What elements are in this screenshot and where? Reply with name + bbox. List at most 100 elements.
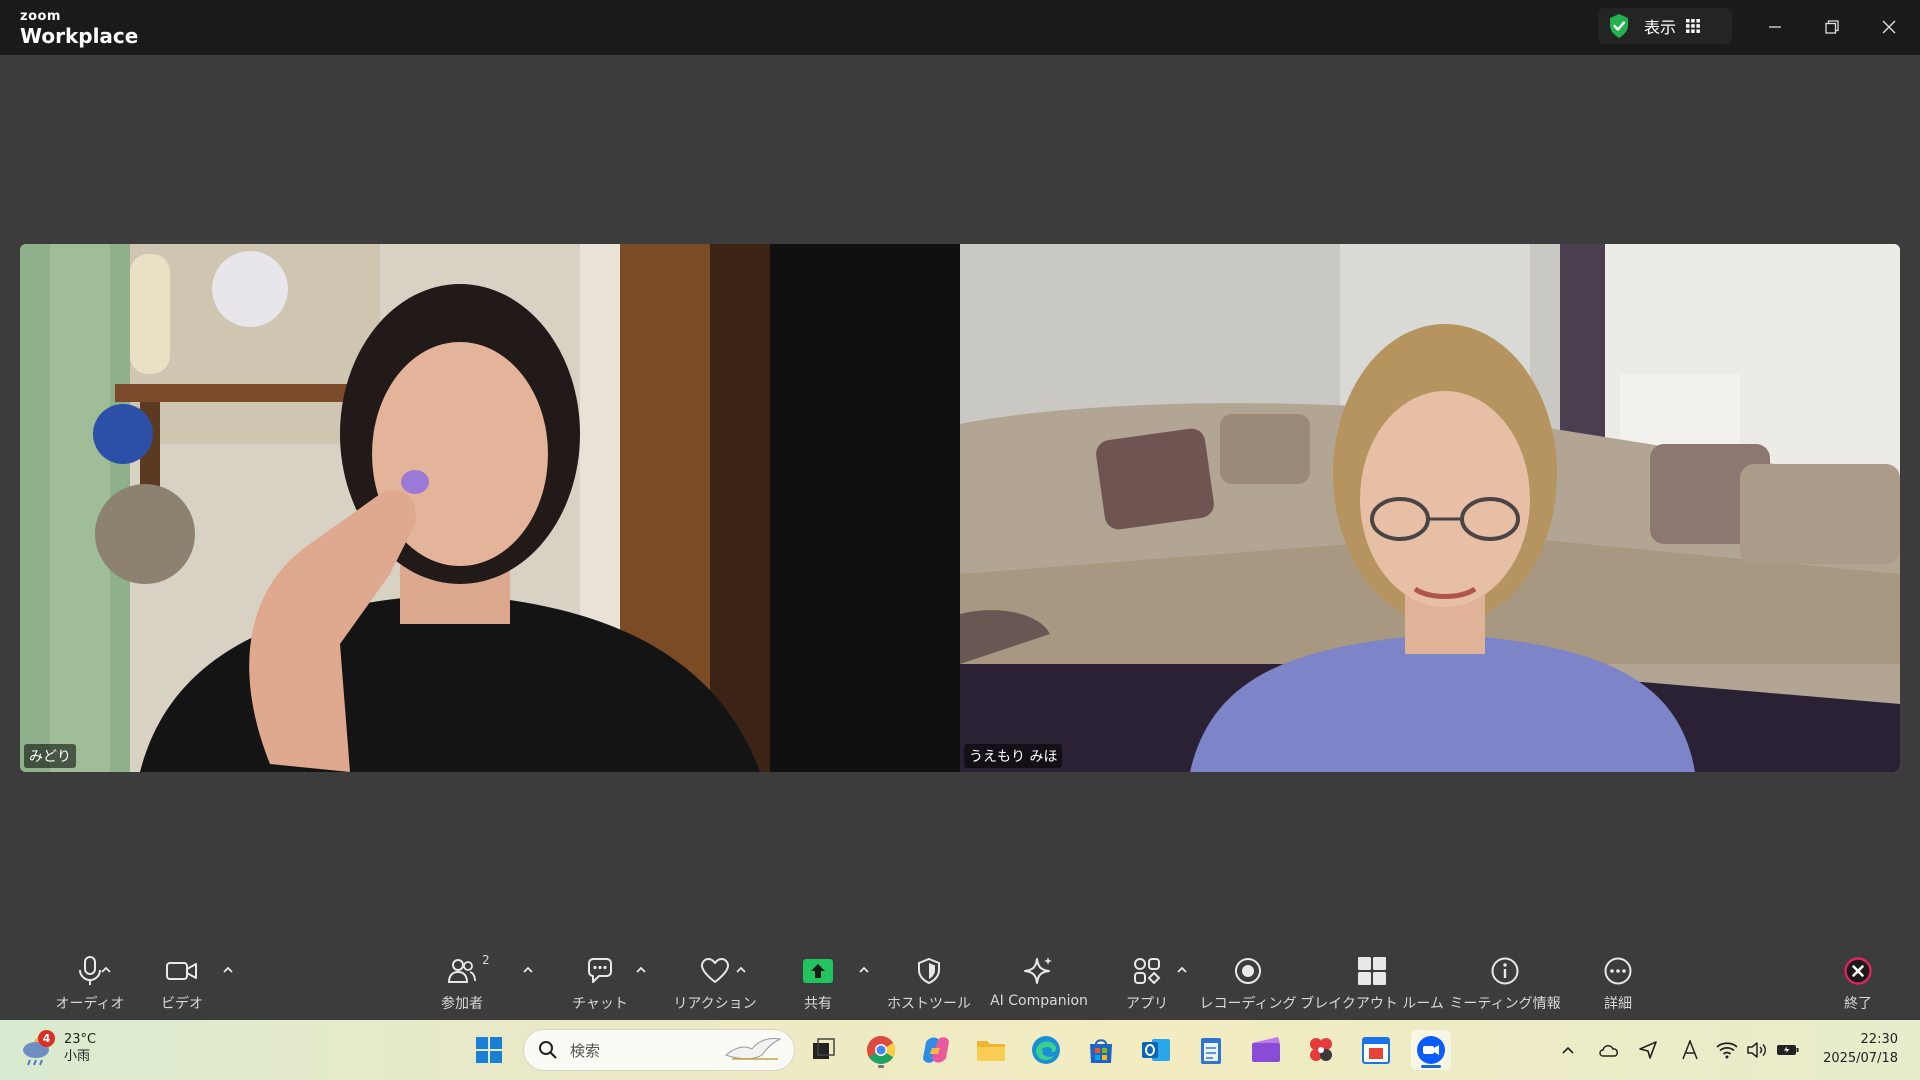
ai-companion-label: AI Companion [990,993,1088,1009]
active-app-indicator [1421,1065,1441,1068]
restore-button[interactable] [1817,12,1847,42]
reactions-options-caret[interactable] [734,963,748,977]
audio-button[interactable]: オーディオ [46,945,134,1017]
minimize-button[interactable] [1760,12,1790,42]
taskbar-copilot[interactable] [916,1030,956,1070]
more-button[interactable]: 詳細 [1574,945,1662,1017]
reactions-button[interactable]: リアクション [660,945,770,1017]
taskbar-zoom[interactable] [1411,1030,1451,1070]
ai-sparkle-icon [1024,957,1052,984]
taskbar-task-view[interactable] [803,1030,843,1070]
taskbar-edge[interactable] [1026,1030,1066,1070]
end-meeting-icon [1844,957,1872,985]
end-meeting-button[interactable]: 終了 [1816,945,1900,1017]
taskbar-app-red[interactable] [1301,1030,1341,1070]
recording-button[interactable]: レコーディング [1198,945,1298,1017]
recording-label: レコーディング [1199,996,1297,1012]
video-options-caret[interactable] [221,963,235,977]
tray-battery[interactable] [1776,1038,1800,1062]
share-button[interactable]: 共有 [774,945,862,1017]
outlook-icon [1142,1039,1170,1061]
caret-up-icon [101,966,111,973]
zoom-app-icon [1417,1036,1445,1064]
clock-date: 2025/07/18 [1823,1051,1898,1066]
tray-volume[interactable] [1745,1038,1769,1062]
cloud-icon [1599,1045,1618,1057]
ai-companion-button[interactable]: AI Companion [984,945,1094,1017]
reactions-label: リアクション [673,996,757,1012]
video-camera-icon [166,962,197,980]
apps-options-caret[interactable] [1175,963,1189,977]
video-button[interactable]: ビデオ [138,945,226,1017]
tray-wifi[interactable] [1715,1038,1739,1062]
info-icon [1491,957,1519,985]
tray-ime[interactable] [1678,1038,1702,1062]
host-tools-shield-icon [918,957,940,985]
taskbar-store[interactable] [1081,1030,1121,1070]
participants-label: 参加者 [441,996,483,1012]
system-clock[interactable]: 22:30 2025/07/18 [1823,1030,1898,1068]
running-indicator [878,1065,884,1068]
taskbar-chrome[interactable] [861,1030,901,1070]
store-icon [1090,1039,1112,1063]
clipchamp-icon [1252,1037,1280,1062]
end-meeting-label: 終了 [1844,996,1872,1012]
share-options-caret[interactable] [857,963,871,977]
start-button[interactable] [469,1030,509,1070]
participants-icon [447,959,476,983]
video-tile-participant-2[interactable]: うえもり みほ [960,244,1900,772]
caret-up-icon [223,966,233,973]
breakout-rooms-icon [1358,957,1386,985]
host-tools-button[interactable]: ホストツール [881,945,977,1017]
more-dots-icon [1604,957,1632,985]
flower-app-icon [1310,1038,1332,1061]
view-label: 表示 [1644,18,1677,37]
participants-options-caret[interactable] [521,963,535,977]
view-button[interactable]: 表示 [1598,8,1732,44]
security-shield-icon[interactable] [1608,13,1630,39]
weather-widget[interactable]: 4 23°C 小雨 [20,1028,96,1068]
apps-button[interactable]: アプリ [1103,945,1191,1017]
participant-name-tag: みどり [24,744,76,768]
taskbar-notepad[interactable] [1191,1030,1231,1070]
rain-cloud-icon: 4 [20,1028,56,1068]
search-highlight-bird-icon [725,1038,782,1060]
host-tools-label: ホストツール [887,996,971,1012]
taskbar-clipchamp[interactable] [1246,1030,1286,1070]
heart-icon [701,958,729,983]
audio-options-caret[interactable] [99,963,113,977]
caret-up-icon [523,966,533,973]
meeting-info-label: ミーティング情報 [1449,996,1561,1012]
folder-icon [977,1041,1005,1061]
participants-count: 2 [482,953,490,967]
chat-options-caret[interactable] [634,963,648,977]
location-arrow-icon [1639,1041,1657,1059]
participant-name-tag: うえもり みほ [964,744,1063,768]
taskbar-file-explorer[interactable] [971,1030,1011,1070]
tray-overflow-button[interactable] [1556,1038,1580,1062]
meeting-info-button[interactable]: ミーティング情報 [1446,945,1564,1017]
share-label: 共有 [804,996,832,1012]
breakout-rooms-button[interactable]: ブレイクアウト ルーム [1300,945,1444,1017]
tray-onedrive[interactable] [1597,1038,1621,1062]
close-button[interactable] [1874,12,1904,42]
taskbar-search[interactable]: 検索 [523,1029,795,1071]
tray-location[interactable] [1636,1038,1660,1062]
task-view-icon [813,1038,835,1059]
taskbar-outlook[interactable] [1136,1030,1176,1070]
share-screen-icon [803,959,833,983]
participant-video-feed [20,244,960,772]
minimize-icon [1769,26,1781,28]
search-icon [539,1041,557,1059]
video-tile-participant-1[interactable]: みどり [20,244,960,772]
taskbar-calendar[interactable] [1356,1030,1396,1070]
participants-button[interactable]: 参加者 [418,945,506,1017]
chat-button[interactable]: チャット [556,945,644,1017]
speaker-icon [1747,1042,1766,1058]
caret-up-icon [1177,966,1187,973]
edge-icon [1032,1036,1060,1064]
meeting-toolbar: オーディオ ビデオ 参加者 2 チャット リアクション 共有 ホストツール AI… [0,945,1920,1017]
chat-label: チャット [572,996,628,1012]
chrome-icon [867,1036,895,1064]
ime-mode-icon [1682,1040,1698,1060]
